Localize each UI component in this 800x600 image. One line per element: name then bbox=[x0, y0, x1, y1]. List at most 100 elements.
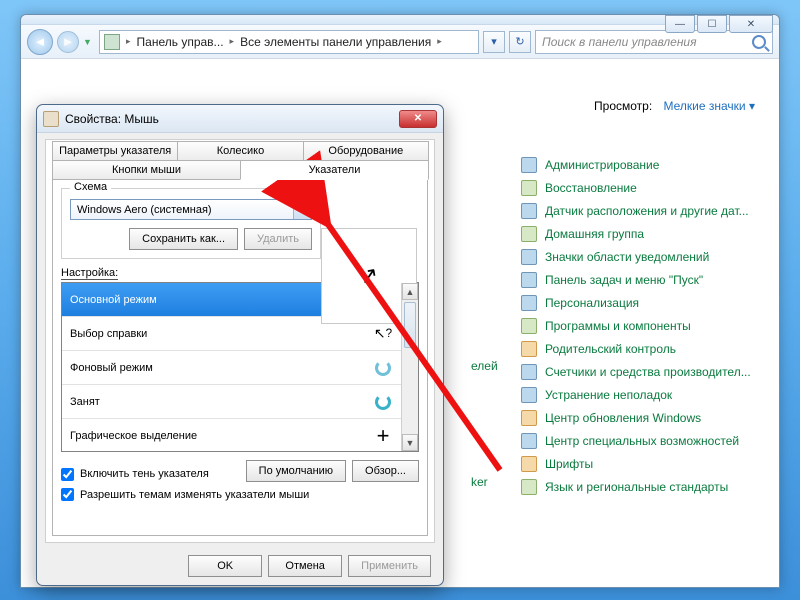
allow-themes-checkbox[interactable]: Разрешить темам изменять указатели мыши bbox=[61, 488, 419, 501]
list-item-label: Основной режим bbox=[70, 294, 157, 306]
ok-button[interactable]: OK bbox=[188, 555, 262, 577]
cp-item-region[interactable]: Язык и региональные стандарты bbox=[521, 479, 751, 495]
defaults-button[interactable]: По умолчанию bbox=[246, 460, 346, 482]
control-panel-items: Администрирование Восстановление Датчик … bbox=[521, 157, 751, 495]
cursor-busy-icon bbox=[373, 392, 393, 412]
tab-pointer-options[interactable]: Параметры указателя bbox=[52, 141, 178, 161]
list-item[interactable]: Графическое выделение + bbox=[62, 419, 401, 451]
breadcrumb-sep: ▸ bbox=[228, 36, 237, 47]
search-icon bbox=[752, 35, 766, 49]
cp-item-admin[interactable]: Администрирование bbox=[521, 157, 751, 173]
tab-wheel[interactable]: Колесико bbox=[177, 141, 303, 161]
admin-tools-icon bbox=[521, 157, 537, 173]
nav-forward-button[interactable]: ► bbox=[57, 31, 79, 53]
cp-item-label: Значки области уведомлений bbox=[545, 250, 709, 264]
scroll-thumb[interactable] bbox=[404, 302, 416, 348]
cp-item-taskbar[interactable]: Панель задач и меню "Пуск" bbox=[521, 272, 751, 288]
save-as-button[interactable]: Сохранить как... bbox=[129, 228, 238, 250]
troubleshoot-icon bbox=[521, 387, 537, 403]
list-item-label: Фоновый режим bbox=[70, 362, 153, 374]
maximize-button[interactable]: ☐ bbox=[697, 15, 727, 33]
cp-item-recovery[interactable]: Восстановление bbox=[521, 180, 751, 196]
parental-control-icon bbox=[521, 341, 537, 357]
scheme-value: Windows Aero (системная) bbox=[77, 204, 212, 216]
cursor-cross-icon: + bbox=[373, 426, 393, 446]
scheme-combo[interactable]: Windows Aero (системная) bbox=[70, 199, 312, 220]
close-button[interactable]: ✕ bbox=[729, 15, 773, 33]
view-selector[interactable]: Просмотр: Мелкие значки bbox=[594, 99, 755, 113]
windows-update-icon bbox=[521, 410, 537, 426]
cp-item-label: Счетчики и средства производител... bbox=[545, 365, 751, 379]
region-language-icon bbox=[521, 479, 537, 495]
dialog-titlebar[interactable]: Свойства: Мышь ✕ bbox=[37, 105, 443, 133]
breadcrumb-sep: ▸ bbox=[124, 36, 133, 47]
cp-item-perfmon[interactable]: Счетчики и средства производител... bbox=[521, 364, 751, 380]
nav-history-dropdown[interactable]: ▼ bbox=[83, 37, 95, 47]
cp-item-parental[interactable]: Родительский контроль bbox=[521, 341, 751, 357]
cp-item-label: Администрирование bbox=[545, 158, 659, 172]
scrollbar[interactable]: ▲ ▼ bbox=[401, 283, 418, 451]
cp-item-personalization[interactable]: Персонализация bbox=[521, 295, 751, 311]
cp-item-tray-icons[interactable]: Значки области уведомлений bbox=[521, 249, 751, 265]
address-bar[interactable]: ▸ Панель управ... ▸ Все элементы панели … bbox=[99, 30, 479, 54]
list-item-label: Занят bbox=[70, 396, 100, 408]
perf-counters-icon bbox=[521, 364, 537, 380]
tabstrip: Параметры указателя Колесико Оборудовани… bbox=[46, 140, 434, 180]
address-dropdown[interactable]: ▾ bbox=[483, 31, 505, 53]
list-item[interactable]: Фоновый режим bbox=[62, 351, 401, 385]
window-controls: — ☐ ✕ bbox=[665, 15, 773, 33]
truncated-item-text[interactable]: елей bbox=[471, 359, 498, 373]
breadcrumb-part2[interactable]: Все элементы панели управления bbox=[240, 35, 431, 49]
cp-item-label: Родительский контроль bbox=[545, 342, 676, 356]
dialog-close-button[interactable]: ✕ bbox=[399, 110, 437, 128]
tab-panel-pointers: Схема Windows Aero (системная) Сохранить… bbox=[52, 180, 428, 536]
cp-item-label: Шрифты bbox=[545, 457, 593, 471]
browse-button[interactable]: Обзор... bbox=[352, 460, 419, 482]
cp-item-label: Панель задач и меню "Пуск" bbox=[545, 273, 703, 287]
mouse-icon bbox=[43, 111, 59, 127]
tab-hardware[interactable]: Оборудование bbox=[303, 141, 429, 161]
cp-item-label: Программы и компоненты bbox=[545, 319, 691, 333]
view-value[interactable]: Мелкие значки bbox=[664, 99, 755, 113]
programs-icon bbox=[521, 318, 537, 334]
scroll-up-button[interactable]: ▲ bbox=[402, 283, 418, 300]
chevron-down-icon[interactable] bbox=[293, 200, 311, 219]
cp-item-winupdate[interactable]: Центр обновления Windows bbox=[521, 410, 751, 426]
control-panel-icon bbox=[104, 34, 120, 50]
checkbox-input[interactable] bbox=[61, 468, 74, 481]
dialog-title: Свойства: Мышь bbox=[65, 112, 159, 126]
search-input[interactable]: Поиск в панели управления bbox=[535, 30, 773, 54]
cancel-button[interactable]: Отмена bbox=[268, 555, 342, 577]
cp-item-troubleshoot[interactable]: Устранение неполадок bbox=[521, 387, 751, 403]
recovery-icon bbox=[521, 180, 537, 196]
minimize-button[interactable]: — bbox=[665, 15, 695, 33]
enable-shadow-checkbox[interactable]: Включить тень указателя bbox=[61, 468, 209, 481]
cp-item-label: Персонализация bbox=[545, 296, 639, 310]
search-placeholder: Поиск в панели управления bbox=[542, 35, 697, 49]
scroll-down-button[interactable]: ▼ bbox=[402, 434, 418, 451]
tab-buttons[interactable]: Кнопки мыши bbox=[52, 160, 241, 180]
view-label: Просмотр: bbox=[594, 99, 652, 113]
homegroup-icon bbox=[521, 226, 537, 242]
checkbox-label: Включить тень указателя bbox=[80, 468, 209, 480]
nav-back-button[interactable]: ◄ bbox=[27, 29, 53, 55]
taskbar-icon bbox=[521, 272, 537, 288]
truncated-item-text[interactable]: ker bbox=[471, 475, 488, 489]
cursor-bg-icon bbox=[373, 358, 393, 378]
cp-item-homegroup[interactable]: Домашняя группа bbox=[521, 226, 751, 242]
cursor-help-icon: ↖? bbox=[373, 324, 393, 344]
cp-item-fonts[interactable]: Шрифты bbox=[521, 456, 751, 472]
refresh-button[interactable]: ↻ bbox=[509, 31, 531, 53]
cp-item-ease[interactable]: Центр специальных возможностей bbox=[521, 433, 751, 449]
delete-scheme-button[interactable]: Удалить bbox=[244, 228, 312, 250]
scheme-legend: Схема bbox=[70, 181, 111, 193]
cp-item-label: Домашняя группа bbox=[545, 227, 644, 241]
cp-item-programs[interactable]: Программы и компоненты bbox=[521, 318, 751, 334]
cp-item-location[interactable]: Датчик расположения и другие дат... bbox=[521, 203, 751, 219]
checkbox-input[interactable] bbox=[61, 488, 74, 501]
list-item[interactable]: Занят bbox=[62, 385, 401, 419]
list-item-label: Графическое выделение bbox=[70, 430, 197, 442]
breadcrumb-part1[interactable]: Панель управ... bbox=[137, 35, 224, 49]
tab-pointers[interactable]: Указатели bbox=[240, 160, 429, 180]
apply-button[interactable]: Применить bbox=[348, 555, 431, 577]
